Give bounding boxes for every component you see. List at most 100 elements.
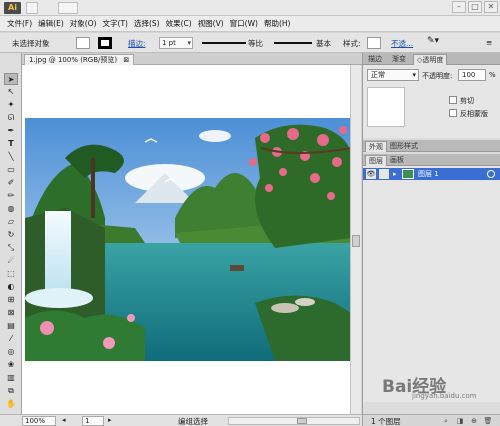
document-title: 1.jpg @ 100% (RGB/预览)	[29, 56, 118, 64]
rotate-tool-icon[interactable]: ↻	[4, 229, 18, 241]
menu-window[interactable]: 窗口(W)	[227, 18, 261, 29]
object-thumbnail	[367, 87, 405, 127]
menu-edit[interactable]: 编辑(E)	[35, 18, 67, 29]
fill-swatch[interactable]	[76, 37, 90, 49]
close-tab-icon[interactable]: ⊠	[123, 56, 129, 64]
new-sublayer-icon[interactable]: ⊕	[469, 416, 479, 426]
warp-tool-icon[interactable]: ☄	[4, 255, 18, 267]
column-graph-tool-icon[interactable]: ▥	[4, 372, 18, 384]
control-bar: 未选择对象 描边: 1 pt 等比 基本 样式: 不透... ✎▾ ≡	[0, 33, 500, 53]
mesh-tool-icon[interactable]: ⊠	[4, 307, 18, 319]
tool-status[interactable]: 编组选择	[178, 416, 208, 426]
expand-arrow-icon[interactable]: ▸	[393, 169, 397, 179]
menu-select[interactable]: 选择(S)	[131, 18, 163, 29]
layers-panel-tabs: 图层 画板	[363, 154, 500, 166]
menu-type[interactable]: 文字(T)	[100, 18, 131, 29]
layers-footer: 1 个图层 ⌕ ◨ ⊕ 🗑	[363, 414, 500, 426]
shape-builder-tool-icon[interactable]: ◐	[4, 281, 18, 293]
eye-icon[interactable]: 👁	[366, 169, 376, 179]
opacity-input[interactable]: 100	[458, 69, 486, 81]
blend-tool-icon[interactable]: ◎	[4, 346, 18, 358]
menu-help[interactable]: 帮助(H)	[261, 18, 294, 29]
tab-graphic-styles[interactable]: 图形样式	[387, 141, 421, 152]
window-controls: – □ ✕	[452, 1, 498, 13]
landscape-image	[25, 118, 351, 361]
eraser-tool-icon[interactable]: ▱	[4, 216, 18, 228]
free-transform-tool-icon[interactable]: ⬚	[4, 268, 18, 280]
menu-view[interactable]: 视图(V)	[195, 18, 227, 29]
prev-artboard-icon[interactable]: ◂	[62, 416, 66, 424]
gradient-tool-icon[interactable]: ▤	[4, 320, 18, 332]
status-bar: 100% ◂ 1 ▸ 编组选择	[0, 414, 362, 426]
paintbrush-tool-icon[interactable]: ✐	[4, 177, 18, 189]
lock-toggle[interactable]	[379, 169, 389, 179]
tab-layers[interactable]: 图层	[365, 155, 387, 166]
blob-brush-tool-icon[interactable]: ◍	[4, 203, 18, 215]
horizontal-scroll-thumb[interactable]	[297, 418, 307, 424]
stroke-label[interactable]: 描边:	[128, 38, 146, 49]
profile-label[interactable]: 等比	[248, 38, 263, 49]
layer-target-icon[interactable]	[487, 170, 495, 178]
toolbox: ➤ ↖ ✦ ᘏ ✒ T ╲ ▭ ✐ ✏ ◍ ▱ ↻ ⤡ ☄ ⬚ ◐ ⊞ ⊠ ▤ …	[0, 53, 22, 414]
tab-gradient[interactable]: 渐变	[389, 54, 409, 65]
arrange-documents-button[interactable]	[58, 2, 78, 14]
recolor-icon[interactable]: ✎▾	[427, 36, 439, 46]
canvas[interactable]	[22, 65, 351, 414]
type-tool-icon[interactable]: T	[4, 138, 18, 150]
invert-mask-checkbox[interactable]	[449, 109, 457, 117]
eyedropper-tool-icon[interactable]: ⁄	[4, 333, 18, 345]
selection-tool-icon[interactable]: ➤	[4, 73, 18, 85]
tab-transparency[interactable]: ◇透明度	[413, 54, 448, 65]
stroke-weight-select[interactable]: 1 pt	[159, 37, 193, 49]
menu-effect[interactable]: 效果(C)	[163, 18, 195, 29]
zoom-select[interactable]: 100%	[22, 416, 56, 426]
transparency-panel: 正常 不透明度: 100 % 剪切 反相蒙版	[363, 65, 500, 138]
scale-tool-icon[interactable]: ⤡	[4, 242, 18, 254]
layer-name[interactable]: 图层 1	[418, 169, 439, 179]
rectangle-tool-icon[interactable]: ▭	[4, 164, 18, 176]
brush-label[interactable]: 基本	[316, 38, 331, 49]
tab-appearance[interactable]: 外观	[365, 141, 387, 152]
document-tab[interactable]: 1.jpg @ 100% (RGB/预览) ⊠	[24, 54, 135, 65]
pen-tool-icon[interactable]: ✒	[4, 125, 18, 137]
artboard-select[interactable]: 1	[82, 416, 104, 426]
line-tool-icon[interactable]: ╲	[4, 151, 18, 163]
vertical-scroll-thumb[interactable]	[352, 235, 360, 247]
layers-panel: 👁 ▸ 图层 1	[363, 166, 500, 402]
layer-row[interactable]: 👁 ▸ 图层 1	[363, 168, 500, 180]
graphic-style-swatch[interactable]	[367, 37, 381, 49]
tab-stroke[interactable]: 描边	[365, 54, 385, 65]
locate-object-icon[interactable]: ⌕	[441, 416, 451, 426]
menu-bar: 文件(F) 编辑(E) 对象(O) 文字(T) 选择(S) 效果(C) 视图(V…	[0, 16, 500, 32]
artboard-tool-icon[interactable]: ⧉	[4, 385, 18, 397]
placed-image[interactable]	[25, 118, 351, 361]
close-icon[interactable]: ✕	[484, 1, 498, 13]
menu-file[interactable]: 文件(F)	[4, 18, 35, 29]
bridge-button[interactable]	[26, 2, 38, 14]
blend-mode-select[interactable]: 正常	[367, 69, 419, 81]
variable-width-line	[202, 42, 246, 44]
lasso-tool-icon[interactable]: ᘏ	[4, 112, 18, 124]
symbol-sprayer-tool-icon[interactable]: ❀	[4, 359, 18, 371]
perspective-grid-tool-icon[interactable]: ⊞	[4, 294, 18, 306]
app-logo: Ai	[4, 2, 21, 14]
layer-thumbnail	[402, 169, 414, 179]
clip-checkbox[interactable]	[449, 96, 457, 104]
vertical-scrollbar[interactable]	[350, 65, 361, 414]
stroke-swatch[interactable]	[98, 37, 112, 49]
next-artboard-icon[interactable]: ▸	[108, 416, 112, 424]
menu-object[interactable]: 对象(O)	[67, 18, 100, 29]
clipping-mask-icon[interactable]: ◨	[455, 416, 465, 426]
pencil-tool-icon[interactable]: ✏	[4, 190, 18, 202]
opacity-link[interactable]: 不透...	[391, 38, 413, 49]
delete-layer-icon[interactable]: 🗑	[483, 416, 493, 426]
maximize-icon[interactable]: □	[468, 1, 482, 13]
tab-artboards[interactable]: 画板	[387, 155, 407, 166]
direct-selection-tool-icon[interactable]: ↖	[4, 86, 18, 98]
hand-tool-icon[interactable]: ✋	[4, 398, 18, 410]
selection-status: 未选择对象	[12, 39, 50, 48]
panel-menu-icon[interactable]: ≡	[486, 38, 492, 47]
magic-wand-tool-icon[interactable]: ✦	[4, 99, 18, 111]
minimize-icon[interactable]: –	[452, 1, 466, 13]
horizontal-scrollbar[interactable]	[228, 417, 360, 425]
